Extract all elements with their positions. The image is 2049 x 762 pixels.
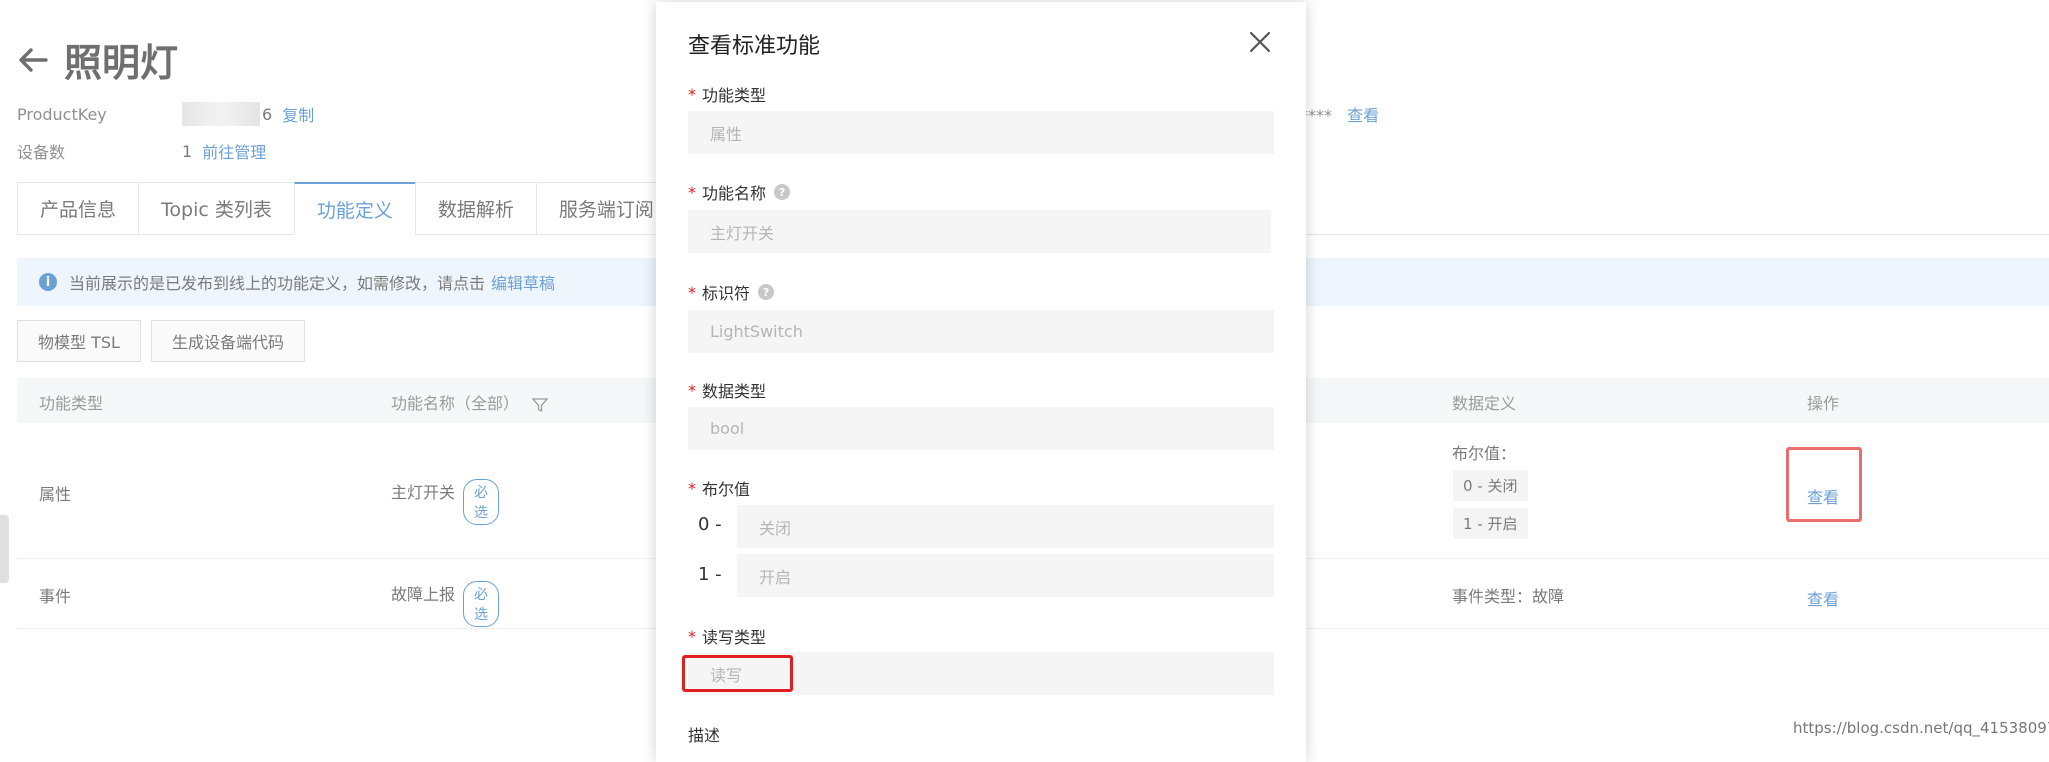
func-type-label: * 功能类型 (688, 82, 766, 106)
bool-0-field: 关闭 (737, 505, 1274, 548)
bool-label-text: 布尔值 (702, 480, 751, 499)
data-type-label-text: 数据类型 (702, 382, 767, 401)
func-name-field: 主灯开关 (688, 210, 1271, 253)
help-icon[interactable]: ? (758, 284, 775, 300)
identifier-field: LightSwitch (688, 310, 1274, 353)
rw-type-label-text: 读写类型 (702, 628, 767, 647)
required-mark: * (688, 478, 696, 498)
close-icon[interactable] (1248, 30, 1272, 54)
description-label-text: 描述 (688, 726, 721, 745)
func-type-field: 属性 (688, 111, 1274, 154)
required-mark: * (688, 380, 696, 400)
bool-1-prefix: 1 - (698, 564, 722, 585)
identifier-label-text: 标识符 (702, 284, 751, 303)
required-mark: * (688, 84, 696, 104)
required-mark: * (688, 626, 696, 646)
rw-type-label: * 读写类型 (688, 624, 766, 648)
view-standard-function-modal: 查看标准功能 * 功能类型 属性 * 功能名称 ? 主灯开关 * 标识符 ? L… (656, 2, 1306, 762)
bool-1-field: 开启 (737, 554, 1274, 597)
bool-0-prefix: 0 - (698, 514, 722, 535)
data-type-field: bool (688, 407, 1274, 450)
required-mark: * (688, 282, 696, 302)
func-name-label-text: 功能名称 (702, 184, 767, 203)
watermark: https://blog.csdn.net/qq_41538097 (1793, 719, 2049, 737)
func-name-label: * 功能名称 ? (688, 180, 791, 204)
modal-title: 查看标准功能 (688, 34, 821, 59)
identifier-label: * 标识符 ? (688, 280, 775, 304)
description-label: 描述 (688, 722, 720, 746)
help-icon[interactable]: ? (774, 184, 791, 200)
highlight-box-rw (682, 655, 793, 692)
data-type-label: * 数据类型 (688, 378, 766, 402)
required-mark: * (688, 182, 696, 202)
func-type-label-text: 功能类型 (702, 86, 767, 105)
bool-label: * 布尔值 (688, 476, 750, 500)
